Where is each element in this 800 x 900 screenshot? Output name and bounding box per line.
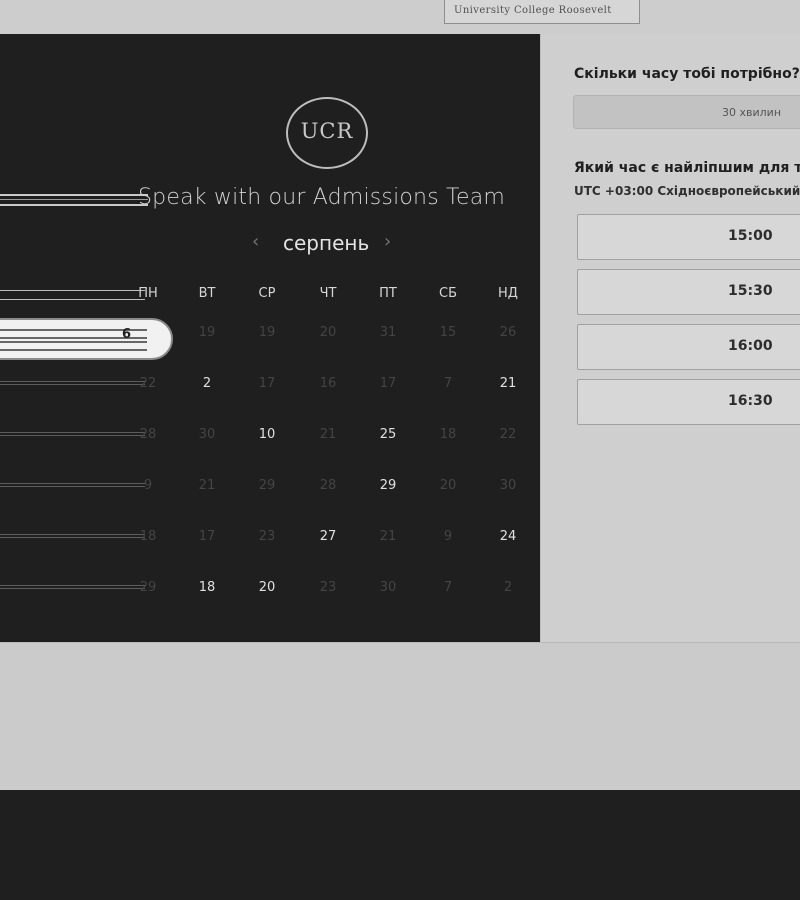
booking-panel: Скільки часу тобі потрібно? 30 хвилин Як…	[540, 34, 800, 642]
time-slot-label: 16:30	[728, 393, 773, 409]
time-slot-button[interactable]: 15:30	[577, 269, 800, 315]
calendar-day: 17	[379, 376, 397, 391]
calendar-day: 15	[439, 325, 457, 340]
month-navigation: ‹ серпень ›	[252, 230, 402, 256]
calendar-day[interactable]: 25	[358, 427, 418, 442]
page-title: Speak with our Admissions Team	[138, 185, 506, 210]
calendar-week: 22 2 17 16 17 7 21	[0, 359, 540, 409]
calendar-day: 7	[443, 580, 453, 595]
calendar-day: 29	[258, 478, 276, 493]
calendar-day: 9	[143, 478, 153, 493]
university-logo[interactable]: University College Roosevelt	[444, 0, 640, 24]
duration-select[interactable]: 30 хвилин	[573, 95, 800, 129]
calendar-day: 28	[139, 427, 157, 442]
calendar-week: 18 17 23 27 21 9 24	[0, 512, 540, 562]
calendar-week: 9 21 29 28 29 20 30	[0, 461, 540, 511]
time-slot-button[interactable]: 16:00	[577, 324, 800, 370]
calendar-day: 18	[439, 427, 457, 442]
chevron-right-icon[interactable]: ›	[384, 231, 404, 252]
page-background	[0, 642, 800, 790]
weekday-label: СР	[258, 286, 276, 301]
calendar-day[interactable]: 27	[298, 529, 358, 544]
weekday-label: НД	[498, 286, 518, 301]
ucr-logo: UCR	[286, 97, 368, 169]
calendar-day: 9	[443, 529, 453, 544]
calendar-day: 22	[499, 427, 517, 442]
time-question: Який час є найліпшим для тебе?	[574, 160, 800, 176]
calendar-day: 20	[439, 478, 457, 493]
chevron-left-icon[interactable]: ‹	[252, 231, 272, 252]
weekday-label: ПН	[138, 286, 158, 301]
calendar-day: 19	[258, 325, 276, 340]
month-label: серпень	[283, 231, 370, 255]
calendar-day: 31	[379, 325, 397, 340]
time-slot-button[interactable]: 16:30	[577, 379, 800, 425]
calendar-grid: 6 19 19 20 31 15 26 22 2 17 16 17 7 21 28 30 10 21 25 18 22 9…	[0, 308, 540, 618]
selected-date[interactable]: 6	[0, 318, 173, 360]
calendar-day[interactable]: 20	[237, 580, 297, 595]
top-header: University College Roosevelt	[0, 0, 800, 34]
calendar-day: 30	[198, 427, 216, 442]
time-slot-label: 16:00	[728, 338, 773, 354]
time-slot-button[interactable]: 15:00	[577, 214, 800, 260]
selected-day-number: 6	[122, 327, 132, 342]
calendar-day[interactable]: 21	[478, 376, 538, 391]
calendar-day[interactable]: 10	[237, 427, 297, 442]
time-slot-label: 15:00	[728, 228, 773, 244]
calendar-day: 2	[503, 580, 513, 595]
calendar-day: 28	[319, 478, 337, 493]
title-decoration	[0, 194, 148, 206]
weekday-label: ВТ	[198, 286, 216, 301]
calendar-day[interactable]: 2	[177, 376, 237, 391]
calendar-day: 7	[443, 376, 453, 391]
footer	[0, 790, 800, 900]
calendar-day: 30	[499, 478, 517, 493]
calendar-day: 22	[139, 376, 157, 391]
calendar-day: 29	[139, 580, 157, 595]
calendar-day: 21	[379, 529, 397, 544]
calendar-day: 18	[139, 529, 157, 544]
calendar-day: 30	[379, 580, 397, 595]
weekday-label: ПТ	[379, 286, 397, 301]
calendar-day: 16	[319, 376, 337, 391]
calendar-day: 26	[499, 325, 517, 340]
calendar-day[interactable]: 24	[478, 529, 538, 544]
calendar-day: 21	[319, 427, 337, 442]
weekday-label: СБ	[439, 286, 457, 301]
calendar-day[interactable]: 29	[358, 478, 418, 493]
calendar-day: 17	[198, 529, 216, 544]
calendar-day: 19	[198, 325, 216, 340]
calendar-day: 23	[258, 529, 276, 544]
university-logo-text: University College Roosevelt	[454, 5, 612, 16]
calendar-week: 28 30 10 21 25 18 22	[0, 410, 540, 460]
duration-question: Скільки часу тобі потрібно?	[574, 66, 800, 82]
time-slot-label: 15:30	[728, 283, 773, 299]
weekday-label: ЧТ	[319, 286, 337, 301]
calendar-day: 17	[258, 376, 276, 391]
calendar-day[interactable]: 18	[177, 580, 237, 595]
duration-value: 30 хвилин	[722, 106, 782, 119]
weekday-header: ПН ВТ СР ЧТ ПТ СБ НД	[0, 286, 540, 306]
calendar-week: 29 18 20 23 30 7 2	[0, 563, 540, 613]
calendar-day: 20	[319, 325, 337, 340]
ucr-logo-text: UCR	[300, 119, 354, 143]
calendar-week: 6 19 19 20 31 15 26	[0, 308, 540, 360]
calendar-panel: UCR Speak with our Admissions Team ‹ сер…	[0, 34, 540, 642]
timezone-label[interactable]: UTC +03:00 Східноєвропейський час	[574, 184, 800, 198]
calendar-day: 21	[198, 478, 216, 493]
calendar-day: 23	[319, 580, 337, 595]
